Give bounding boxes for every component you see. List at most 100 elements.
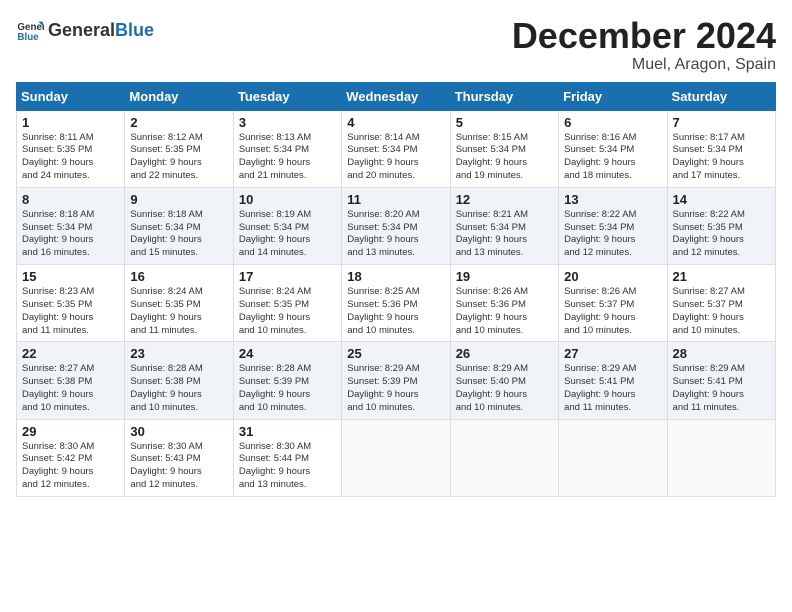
cell-text: Sunrise: 8:20 AMSunset: 5:34 PMDaylight:…	[347, 209, 444, 260]
day-number: 31	[239, 424, 336, 439]
cell-text: Sunrise: 8:21 AMSunset: 5:34 PMDaylight:…	[456, 209, 553, 260]
calendar-table: SundayMondayTuesdayWednesdayThursdayFrid…	[16, 82, 776, 497]
calendar-cell: 31 Sunrise: 8:30 AMSunset: 5:44 PMDayligh…	[233, 419, 341, 496]
cell-text: Sunrise: 8:24 AMSunset: 5:35 PMDaylight:…	[130, 286, 227, 337]
day-number: 2	[130, 115, 227, 130]
cell-text: Sunrise: 8:14 AMSunset: 5:34 PMDaylight:…	[347, 132, 444, 183]
day-number: 19	[456, 269, 553, 284]
cell-text: Sunrise: 8:29 AMSunset: 5:40 PMDaylight:…	[456, 363, 553, 414]
page-header: General Blue GeneralBlue December 2024 M…	[16, 16, 776, 74]
day-number: 17	[239, 269, 336, 284]
calendar-cell: 3Sunrise: 8:13 AMSunset: 5:34 PMDaylight…	[233, 110, 341, 187]
calendar-cell: 15 Sunrise: 8:23 AMSunset: 5:35 PMDayligh…	[17, 265, 125, 342]
calendar-cell: 30Sunrise: 8:30 AMSunset: 5:43 PMDayligh…	[125, 419, 233, 496]
cell-text: Sunrise: 8:26 AMSunset: 5:36 PMDaylight:…	[456, 286, 553, 337]
calendar-cell	[450, 419, 558, 496]
cell-text: Sunrise: 8:29 AMSunset: 5:41 PMDaylight:…	[564, 363, 661, 414]
day-number: 25	[347, 346, 444, 361]
weekday-header-wednesday: Wednesday	[342, 82, 450, 110]
day-number: 1	[22, 115, 119, 130]
calendar-cell: 22 Sunrise: 8:27 AMSunset: 5:38 PMDayligh…	[17, 342, 125, 419]
cell-text: Sunrise: 8:28 AMSunset: 5:39 PMDaylight:…	[239, 363, 336, 414]
week-row-2: 8Sunrise: 8:18 AMSunset: 5:34 PMDaylight…	[17, 187, 776, 264]
calendar-cell: 28Sunrise: 8:29 AMSunset: 5:41 PMDayligh…	[667, 342, 775, 419]
cell-text: Sunrise: 8:27 AMSunset: 5:37 PMDaylight:…	[673, 286, 770, 337]
month-title: December 2024	[512, 16, 776, 56]
calendar-cell: 2Sunrise: 8:12 AMSunset: 5:35 PMDaylight…	[125, 110, 233, 187]
weekday-header-tuesday: Tuesday	[233, 82, 341, 110]
calendar-cell: 11 Sunrise: 8:20 AMSunset: 5:34 PMDayligh…	[342, 187, 450, 264]
day-number: 28	[673, 346, 770, 361]
weekday-header-thursday: Thursday	[450, 82, 558, 110]
calendar-cell	[342, 419, 450, 496]
cell-text: Sunrise: 8:22 AMSunset: 5:34 PMDaylight:…	[564, 209, 661, 260]
cell-text: Sunrise: 8:13 AMSunset: 5:34 PMDaylight:…	[239, 132, 336, 183]
week-row-3: 15 Sunrise: 8:23 AMSunset: 5:35 PMDayligh…	[17, 265, 776, 342]
cell-text: Sunrise: 8:23 AMSunset: 5:35 PMDaylight:…	[22, 286, 119, 337]
day-number: 14	[673, 192, 770, 207]
calendar-cell: 18Sunrise: 8:25 AMSunset: 5:36 PMDayligh…	[342, 265, 450, 342]
cell-text: Sunrise: 8:30 AMSunset: 5:42 PMDaylight:…	[22, 441, 119, 492]
weekday-header-saturday: Saturday	[667, 82, 775, 110]
calendar-cell	[667, 419, 775, 496]
calendar-cell: 9 Sunrise: 8:18 AMSunset: 5:34 PMDaylight…	[125, 187, 233, 264]
day-number: 26	[456, 346, 553, 361]
day-number: 15	[22, 269, 119, 284]
calendar-cell: 25 Sunrise: 8:29 AMSunset: 5:39 PMDayligh…	[342, 342, 450, 419]
logo: General Blue GeneralBlue	[16, 16, 154, 44]
cell-text: Sunrise: 8:18 AMSunset: 5:34 PMDaylight:…	[22, 209, 119, 260]
calendar-cell: 1Sunrise: 8:11 AMSunset: 5:35 PMDaylight…	[17, 110, 125, 187]
weekday-header-row: SundayMondayTuesdayWednesdayThursdayFrid…	[17, 82, 776, 110]
logo-blue: Blue	[115, 21, 154, 39]
day-number: 12	[456, 192, 553, 207]
day-number: 29	[22, 424, 119, 439]
cell-text: Sunrise: 8:27 AMSunset: 5:38 PMDaylight:…	[22, 363, 119, 414]
svg-text:Blue: Blue	[17, 32, 39, 43]
day-number: 9	[130, 192, 227, 207]
day-number: 22	[22, 346, 119, 361]
calendar-cell: 21 Sunrise: 8:27 AMSunset: 5:37 PMDayligh…	[667, 265, 775, 342]
calendar-cell: 27 Sunrise: 8:29 AMSunset: 5:41 PMDayligh…	[559, 342, 667, 419]
calendar-cell: 16 Sunrise: 8:24 AMSunset: 5:35 PMDayligh…	[125, 265, 233, 342]
day-number: 21	[673, 269, 770, 284]
calendar-cell: 5Sunrise: 8:15 AMSunset: 5:34 PMDaylight…	[450, 110, 558, 187]
logo-icon: General Blue	[16, 16, 44, 44]
day-number: 23	[130, 346, 227, 361]
calendar-cell: 24Sunrise: 8:28 AMSunset: 5:39 PMDayligh…	[233, 342, 341, 419]
weekday-header-sunday: Sunday	[17, 82, 125, 110]
cell-text: Sunrise: 8:29 AMSunset: 5:39 PMDaylight:…	[347, 363, 444, 414]
day-number: 11	[347, 192, 444, 207]
calendar-cell: 14 Sunrise: 8:22 AMSunset: 5:35 PMDayligh…	[667, 187, 775, 264]
cell-text: Sunrise: 8:28 AMSunset: 5:38 PMDaylight:…	[130, 363, 227, 414]
day-number: 13	[564, 192, 661, 207]
calendar-cell: 12 Sunrise: 8:21 AMSunset: 5:34 PMDayligh…	[450, 187, 558, 264]
calendar-cell: 17 Sunrise: 8:24 AMSunset: 5:35 PMDayligh…	[233, 265, 341, 342]
day-number: 27	[564, 346, 661, 361]
weekday-header-monday: Monday	[125, 82, 233, 110]
cell-text: Sunrise: 8:22 AMSunset: 5:35 PMDaylight:…	[673, 209, 770, 260]
calendar-cell: 20Sunrise: 8:26 AMSunset: 5:37 PMDayligh…	[559, 265, 667, 342]
week-row-5: 29 Sunrise: 8:30 AMSunset: 5:42 PMDayligh…	[17, 419, 776, 496]
day-number: 4	[347, 115, 444, 130]
weekday-header-friday: Friday	[559, 82, 667, 110]
day-number: 20	[564, 269, 661, 284]
calendar-cell: 26 Sunrise: 8:29 AMSunset: 5:40 PMDayligh…	[450, 342, 558, 419]
cell-text: Sunrise: 8:17 AMSunset: 5:34 PMDaylight:…	[673, 132, 770, 183]
calendar-cell: 13 Sunrise: 8:22 AMSunset: 5:34 PMDayligh…	[559, 187, 667, 264]
day-number: 16	[130, 269, 227, 284]
day-number: 30	[130, 424, 227, 439]
location: Muel, Aragon, Spain	[512, 56, 776, 74]
day-number: 18	[347, 269, 444, 284]
week-row-4: 22 Sunrise: 8:27 AMSunset: 5:38 PMDayligh…	[17, 342, 776, 419]
day-number: 6	[564, 115, 661, 130]
week-row-1: 1Sunrise: 8:11 AMSunset: 5:35 PMDaylight…	[17, 110, 776, 187]
calendar-cell: 29 Sunrise: 8:30 AMSunset: 5:42 PMDayligh…	[17, 419, 125, 496]
logo-general: General	[48, 21, 115, 39]
calendar-cell	[559, 419, 667, 496]
cell-text: Sunrise: 8:30 AMSunset: 5:44 PMDaylight:…	[239, 441, 336, 492]
calendar-cell: 8Sunrise: 8:18 AMSunset: 5:34 PMDaylight…	[17, 187, 125, 264]
calendar-cell: 6Sunrise: 8:16 AMSunset: 5:34 PMDaylight…	[559, 110, 667, 187]
day-number: 10	[239, 192, 336, 207]
cell-text: Sunrise: 8:18 AMSunset: 5:34 PMDaylight:…	[130, 209, 227, 260]
cell-text: Sunrise: 8:24 AMSunset: 5:35 PMDaylight:…	[239, 286, 336, 337]
